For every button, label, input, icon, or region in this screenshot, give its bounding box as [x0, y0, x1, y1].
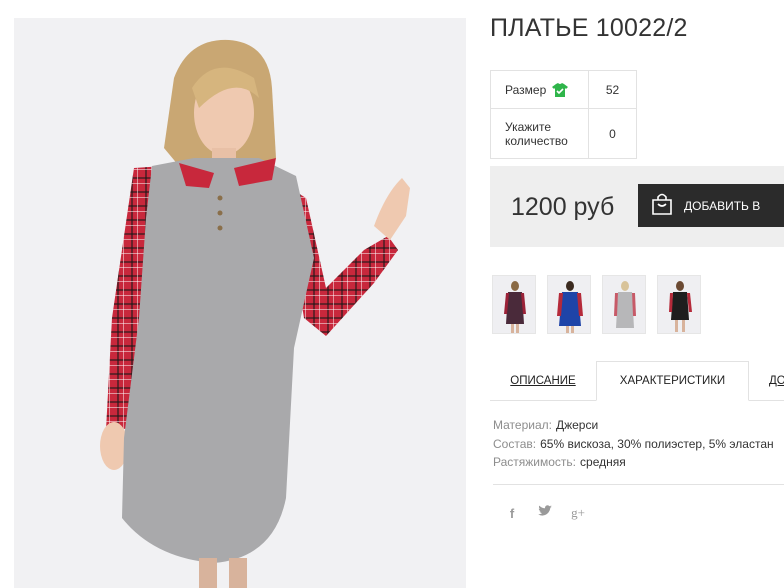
facebook-icon[interactable]: f	[505, 506, 519, 521]
social-share: f g+	[505, 505, 585, 521]
spec-key: Материал:	[493, 418, 552, 432]
tab-description[interactable]: ОПИСАНИЕ	[490, 361, 596, 401]
add-to-cart-label: ДОБАВИТЬ В	[684, 198, 761, 213]
size-label-cell: Размер	[490, 70, 589, 109]
spec-row: Состав: 65% вискоза, 30% полиэстер, 5% эл…	[493, 435, 774, 454]
quantity-value[interactable]: 0	[588, 108, 637, 159]
main-product-photo[interactable]	[14, 18, 466, 588]
spec-row: Материал: Джерси	[493, 416, 774, 435]
shopping-bag-icon	[650, 192, 674, 219]
specs-list: Материал: Джерси Состав: 65% вискоза, 30% …	[493, 416, 774, 472]
size-label: Размер	[505, 82, 547, 97]
tshirt-check-icon[interactable]	[552, 82, 569, 97]
quantity-label: Укажите количество	[490, 108, 589, 159]
price: 1200 руб	[511, 193, 615, 221]
twitter-icon[interactable]	[538, 505, 552, 521]
spec-value: средняя	[580, 455, 626, 469]
google-plus-icon[interactable]: g+	[571, 505, 585, 521]
product-title: ПЛАТЬЕ 10022/2	[490, 14, 688, 42]
thumb-black-red[interactable]	[657, 275, 701, 334]
options-table: Размер 52 Укажите количество 0	[490, 70, 637, 159]
spec-value: Джерси	[555, 418, 599, 432]
price-bar: 1200 руб ДОБАВИТЬ В	[490, 166, 784, 247]
spec-row: Растяжимость: средняя	[493, 453, 774, 472]
size-value[interactable]: 52	[588, 70, 637, 109]
thumb-grey-red[interactable]	[602, 275, 646, 334]
thumb-blue-red[interactable]	[547, 275, 591, 334]
divider	[493, 484, 784, 485]
product-tabs: ОПИСАНИЕ ХАРАКТЕРИСТИКИ ДО	[490, 361, 784, 401]
thumb-burgundy-plaid[interactable]	[492, 275, 536, 334]
add-to-cart-button[interactable]: ДОБАВИТЬ В	[638, 184, 784, 227]
spec-key: Растяжимость:	[493, 455, 577, 469]
spec-key: Состав:	[493, 436, 537, 451]
thumbnail-strip	[492, 275, 701, 334]
tab-more[interactable]: ДО	[752, 361, 784, 401]
tab-characteristics[interactable]: ХАРАКТЕРИСТИКИ	[596, 361, 749, 401]
spec-value: 65% вискоза, 30% полиэстер, 5% эластан	[540, 436, 774, 451]
